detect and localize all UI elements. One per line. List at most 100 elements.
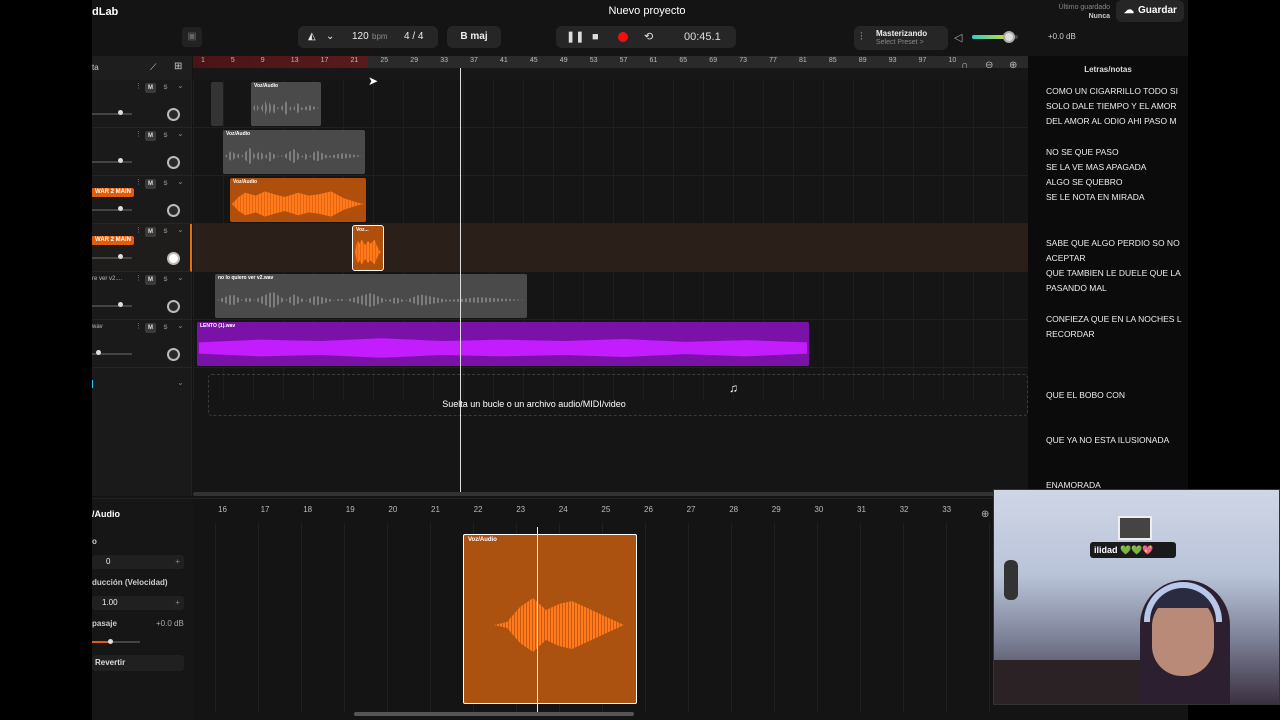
track-volume-knob[interactable] [118, 254, 123, 259]
editor-clip[interactable]: Voz/Audio [463, 534, 637, 704]
loop-icon[interactable]: ⟲ [644, 26, 653, 48]
track-lane[interactable]: Voz... [193, 224, 1028, 272]
audio-clip[interactable]: Voz... [352, 225, 384, 271]
mute-button[interactable]: M [145, 131, 156, 141]
lyric-line[interactable]: DEL AMOR AL ODIO AHI PASO M [1046, 116, 1177, 126]
more-icon[interactable]: ⋮ [135, 322, 142, 330]
metronome-icon[interactable]: ◭ [308, 26, 316, 48]
more-icon[interactable]: ⋮ [135, 178, 142, 186]
solo-button[interactable]: S [160, 83, 171, 93]
track-header[interactable]: ⋮ M S ⌄ [92, 128, 192, 176]
track-header[interactable]: WAR 2 MAIN ⋮ M S ⌄ [92, 176, 192, 224]
lyric-line[interactable]: QUE EL BOBO CON [1046, 390, 1125, 400]
panel-toggle-icon[interactable]: ▣ [182, 27, 202, 47]
chevron-down-icon[interactable]: ⌄ [177, 273, 184, 282]
track-header[interactable]: ⋮ M S ⌄ [92, 80, 192, 128]
zoom-in-icon[interactable]: ⊕ [981, 509, 989, 520]
pause-icon[interactable]: ❚❚ [566, 26, 584, 48]
track-name[interactable]: wav [92, 324, 103, 330]
lyric-line[interactable]: SE LE NOTA EN MIRADA [1046, 192, 1145, 202]
field1-input[interactable]: 0 + [92, 555, 184, 569]
audio-clip[interactable] [211, 82, 223, 126]
chevron-down-icon[interactable]: ⌄ [326, 26, 334, 48]
playhead[interactable] [460, 68, 461, 496]
chevron-down-icon[interactable]: ⌄ [177, 129, 184, 138]
more-icon[interactable]: ⋮ [135, 274, 142, 282]
chevron-down-icon[interactable]: ⌄ [177, 81, 184, 90]
track-lane[interactable]: LENTO (1).wav [193, 320, 1028, 368]
solo-button[interactable]: S [160, 323, 171, 333]
lyric-line[interactable]: SABE QUE ALGO PERDIO SO NO [1046, 238, 1180, 248]
lyric-line[interactable]: PASANDO MAL [1046, 283, 1107, 293]
speaker-icon[interactable]: ◁ [954, 31, 962, 44]
audio-clip[interactable]: Voz/Audio [223, 130, 365, 174]
lyrics-panel[interactable]: Letras/notas COMO UN CIGARRILLO TODO SI S… [1028, 56, 1188, 496]
arrangement-timeline[interactable]: 1 5 9 13 17 21 25 29 33 37 41 45 49 53 57 61 65 69 73 77 81 8… [193, 56, 1028, 496]
chevron-down-icon[interactable]: ⌄ [177, 321, 184, 330]
lyric-line[interactable]: SE LA VE MAS APAGADA [1046, 162, 1146, 172]
pan-knob[interactable] [167, 252, 180, 265]
app-logo[interactable]: dLab [92, 6, 118, 18]
time-signature[interactable]: 4 / 4 [404, 26, 423, 48]
pan-knob[interactable] [167, 300, 180, 313]
more-icon[interactable]: ⋮ [135, 82, 142, 90]
track-lane[interactable]: no lo quiero ver v2.wav [193, 272, 1028, 320]
filter-icon[interactable]: ⊞ [174, 61, 182, 72]
timeline-ruler[interactable]: 1 5 9 13 17 21 25 29 33 37 41 45 49 53 57 61 65 69 73 77 81 8… [193, 56, 1028, 68]
audio-clip[interactable]: no lo quiero ver v2.wav [215, 274, 527, 318]
gain-slider[interactable] [92, 639, 140, 644]
save-button[interactable]: ☁ Guardar [1116, 0, 1184, 22]
track-volume-knob[interactable] [118, 206, 123, 211]
track-tag[interactable]: WAR 2 MAIN [92, 188, 134, 197]
track-header[interactable]: wav ⋮ M S ⌄ [92, 320, 192, 368]
record-icon[interactable] [618, 32, 628, 44]
track-lane[interactable]: Voz/Audio [193, 176, 1028, 224]
track-volume-fader[interactable] [92, 161, 132, 163]
magnet-icon[interactable]: ∩ [961, 60, 968, 71]
solo-button[interactable]: S [160, 131, 171, 141]
solo-button[interactable]: S [160, 179, 171, 189]
pan-knob[interactable] [167, 156, 180, 169]
lyric-line[interactable]: QUE TAMBIEN LE DUELE QUE LA [1046, 268, 1181, 278]
key-selector[interactable]: B maj [447, 26, 501, 48]
mastering-preset-button[interactable]: ⫶ Masterizando Select Preset > [854, 26, 948, 50]
track-volume-fader[interactable] [92, 209, 132, 211]
speed-input[interactable]: 1.00 + [92, 596, 184, 610]
more-icon[interactable]: ⋮ [135, 226, 142, 234]
mute-button[interactable]: M [145, 227, 156, 237]
more-icon[interactable]: ⋮ [135, 130, 142, 138]
tempo-value[interactable]: 120 [352, 26, 369, 48]
track-header[interactable]: WAR 2 MAIN ⋮ M S ⌄ [92, 224, 192, 272]
track-tag[interactable]: WAR 2 MAIN [92, 236, 134, 245]
solo-button[interactable]: S [160, 227, 171, 237]
lyric-line[interactable]: ACEPTAR [1046, 253, 1086, 263]
editor-playhead[interactable] [537, 527, 538, 713]
plus-icon[interactable]: + [175, 555, 180, 569]
revert-button[interactable]: Revertir [92, 655, 184, 671]
audio-clip[interactable]: Voz/Audio [251, 82, 321, 126]
track-volume-fader[interactable] [92, 305, 132, 307]
mute-button[interactable]: M [145, 83, 156, 93]
mute-button[interactable]: M [145, 179, 156, 189]
track-volume-fader[interactable] [92, 113, 132, 115]
lyric-line[interactable]: COMO UN CIGARRILLO TODO SI [1046, 86, 1178, 96]
pan-knob[interactable] [167, 204, 180, 217]
chevron-down-icon[interactable]: ⌄ [177, 378, 184, 387]
master-volume-knob[interactable] [1002, 31, 1015, 43]
pan-knob[interactable] [167, 348, 180, 361]
track-volume-knob[interactable] [118, 110, 123, 115]
track-header[interactable]: re ver v2.... ⋮ M S ⌄ [92, 272, 192, 320]
lyric-line[interactable]: QUE YA NO ESTA ILUSIONADA [1046, 435, 1169, 445]
clip-editor-scrollbar[interactable] [354, 712, 634, 716]
master-volume-slider[interactable] [972, 31, 1018, 43]
zoom-out-icon[interactable]: ⊖ [985, 60, 993, 71]
plus-icon[interactable]: + [175, 596, 180, 610]
project-title[interactable]: Nuevo proyecto [582, 5, 712, 17]
lyric-line[interactable]: SOLO DALE TIEMPO Y EL AMOR [1046, 101, 1177, 111]
track-name[interactable]: re ver v2.... [92, 276, 122, 282]
lyric-line[interactable]: CONFIEZA QUE EN LA NOCHES L [1046, 314, 1182, 324]
chevron-down-icon[interactable]: ⌄ [177, 177, 184, 186]
track-lane[interactable]: Voz/Audio [193, 128, 1028, 176]
mute-button[interactable]: M [145, 323, 156, 333]
solo-button[interactable]: S [160, 275, 171, 285]
